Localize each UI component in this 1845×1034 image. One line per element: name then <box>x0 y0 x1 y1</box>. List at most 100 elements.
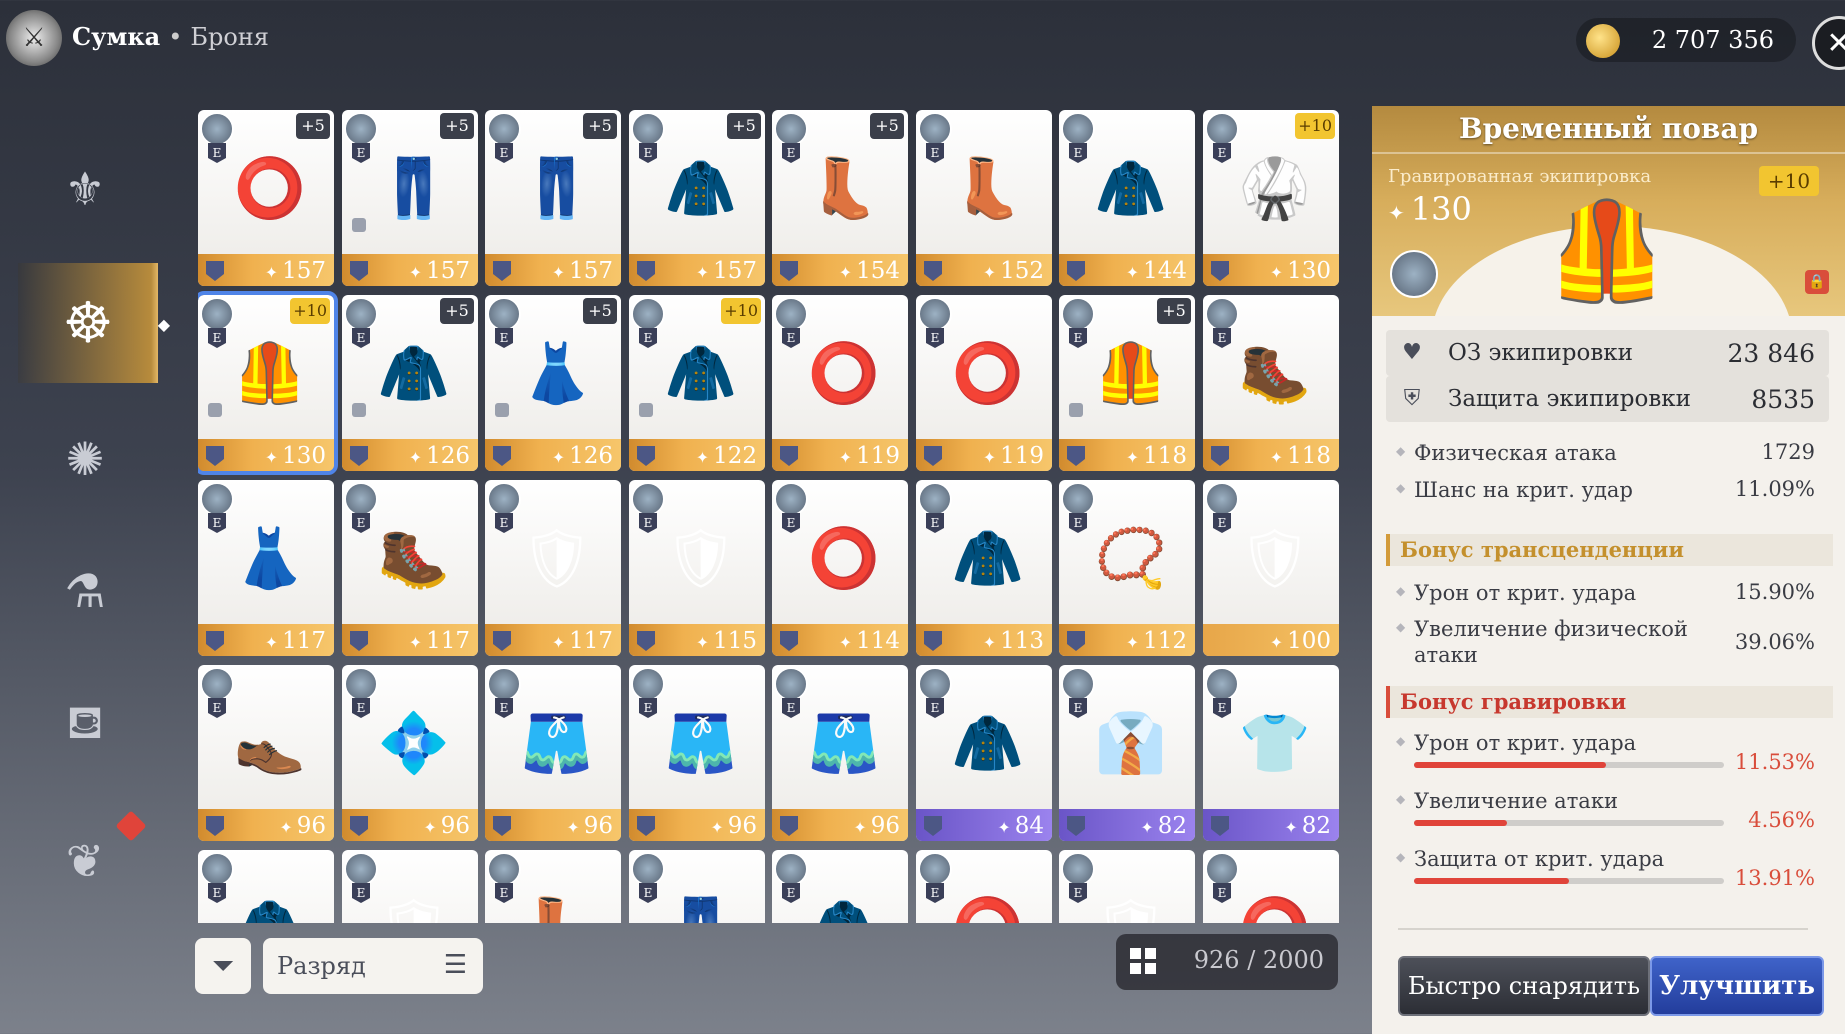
equipment-card[interactable]: E 👢 152 <box>916 110 1052 286</box>
sidebar-item-cook-active[interactable]: ☸ ◆ <box>18 263 170 383</box>
grade-badge: E <box>352 513 370 533</box>
sort-dropdown[interactable]: Разряд ☰ <box>263 938 483 994</box>
equipment-card[interactable]: E 👕 82 <box>1203 665 1339 841</box>
breadcrumb-section[interactable]: Сумка <box>72 22 160 51</box>
engraved-label: Гравированная экипировка <box>1388 166 1652 187</box>
power-bar: 117 <box>198 624 334 656</box>
power-bar: 152 <box>916 254 1052 286</box>
gold-amount: 2 707 356 <box>1651 26 1774 54</box>
equipment-card[interactable]: E +5 🦺 118 <box>1059 295 1195 471</box>
inventory-count[interactable]: 926 / 2000 <box>1116 934 1338 990</box>
equipment-card[interactable]: E +5 👢 154 <box>772 110 908 286</box>
power-value: 119 <box>983 443 1044 469</box>
equipment-card[interactable]: E🧥 <box>198 850 334 923</box>
equipment-card[interactable]: E 🛡 115 <box>629 480 765 656</box>
sidebar-item-food[interactable]: ⛾ <box>50 690 120 760</box>
equipment-card[interactable]: E 👞 96 <box>198 665 334 841</box>
equipment-card[interactable]: E +5 🧥 157 <box>629 110 765 286</box>
power-bar: 157 <box>629 254 765 286</box>
equipment-card[interactable]: E +5 👖 157 <box>342 110 478 286</box>
equipment-card[interactable]: E 👔 82 <box>1059 665 1195 841</box>
bullet-icon: ◆ <box>1396 481 1406 495</box>
title-divider <box>1372 152 1845 154</box>
sidebar-item-armor[interactable]: ⚜ <box>50 154 120 224</box>
equipment-art-icon: 👖 <box>377 153 451 222</box>
power-value: 157 <box>409 258 470 284</box>
sidebar-item-potion[interactable]: ⚗ <box>50 556 120 626</box>
equipment-art-icon: 🛡 <box>664 523 738 592</box>
equipment-card[interactable]: E🛡 <box>342 850 478 923</box>
equipment-card[interactable]: E⭕ <box>916 850 1052 923</box>
equipment-card[interactable]: E 📿 112 <box>1059 480 1195 656</box>
equipment-art-icon: 🛡 <box>1089 878 1173 924</box>
equipment-card-selected[interactable]: E +10 🦺 130 <box>198 291 338 475</box>
armor-type-icon <box>1067 631 1085 651</box>
power-value: 96 <box>853 813 900 839</box>
bullet-icon: ◆ <box>1396 792 1406 806</box>
enhance-level-badge: +5 <box>440 113 474 139</box>
grade-badge: E <box>782 698 800 718</box>
stat-row: ◆ Защита от крит. удара 13.91% <box>1386 842 1829 898</box>
breadcrumb: Сумка • Броня <box>72 22 269 51</box>
power-bar: 113 <box>916 624 1052 656</box>
equipment-art-icon: 📿 <box>1094 523 1168 592</box>
equipment-card[interactable]: E +5 👖 157 <box>485 110 621 286</box>
lock-icon <box>352 403 366 417</box>
quick-equip-button[interactable]: Быстро снарядить <box>1398 956 1650 1016</box>
equipment-card[interactable]: E 🛡 100 <box>1203 480 1339 656</box>
power-bar: 96 <box>772 809 908 841</box>
equipment-art-icon: 🛡 <box>520 523 594 592</box>
sidebar-item-bag[interactable]: ❦ <box>50 826 120 896</box>
power-value: 157 <box>265 258 326 284</box>
equipment-card[interactable]: E👖 <box>629 850 765 923</box>
equipment-card[interactable]: E 🩳 96 <box>772 665 908 841</box>
equipment-art-icon: 👕 <box>1238 708 1312 777</box>
equipment-card[interactable]: E +5 ⭕ 157 <box>198 110 334 286</box>
equipment-card[interactable]: E +10 🥋 130 <box>1203 110 1339 286</box>
filter-icon: ⏷ <box>211 949 235 982</box>
filter-button[interactable]: ⏷ <box>195 938 251 994</box>
bullet-icon: ◆ <box>1396 584 1406 598</box>
equipment-card[interactable]: E⭕ <box>1203 850 1339 923</box>
power-value: 96 <box>710 813 757 839</box>
lock-toggle-icon[interactable]: 🔒 <box>1805 270 1829 294</box>
equipment-card[interactable]: E 🥾 118 <box>1203 295 1339 471</box>
transcendence-section-header: Бонус трансценденции <box>1386 534 1833 566</box>
grade-badge: E <box>639 883 657 903</box>
grade-badge: E <box>1213 883 1231 903</box>
armor-type-icon <box>637 816 655 836</box>
equipment-card[interactable]: E 🛡 117 <box>485 480 621 656</box>
engraving-title: Бонус гравировки <box>1400 689 1627 714</box>
sort-order-icon[interactable]: ☰ <box>444 950 467 980</box>
enhance-level-badge: +10 <box>1759 166 1819 196</box>
equipment-card[interactable]: E 🧥 113 <box>916 480 1052 656</box>
power-bar: 157 <box>485 254 621 286</box>
grade-badge: E <box>1069 698 1087 718</box>
power-value: 118 <box>1126 443 1187 469</box>
equipment-card[interactable]: E ⭕ 119 <box>916 295 1052 471</box>
equipment-card[interactable]: E 🧥 144 <box>1059 110 1195 286</box>
equipment-card[interactable]: E👢 <box>485 850 621 923</box>
equipment-card[interactable]: E +5 👗 126 <box>485 295 621 471</box>
stat-label: Увеличение физической атаки <box>1414 617 1688 667</box>
sidebar-item-accessory[interactable]: ✺ <box>50 424 120 494</box>
equipment-card[interactable]: E +10 🧥 122 <box>629 295 765 471</box>
equipment-card[interactable]: E 🥾 117 <box>342 480 478 656</box>
power-bar: 122 <box>629 439 765 471</box>
equipment-card[interactable]: E 🩳 96 <box>485 665 621 841</box>
equipment-card[interactable]: E 🧥 84 <box>916 665 1052 841</box>
equipment-card[interactable]: E 👗 117 <box>198 480 334 656</box>
equipment-card[interactable]: E ⭕ 114 <box>772 480 908 656</box>
equipment-card[interactable]: E 🩳 96 <box>629 665 765 841</box>
power-value: 115 <box>696 628 757 654</box>
equipment-card[interactable]: E +5 🧥 126 <box>342 295 478 471</box>
grade-badge: E <box>1213 143 1231 163</box>
equipment-art-icon: 🩳 <box>807 708 881 777</box>
close-button[interactable]: ✕ <box>1812 16 1845 70</box>
equipment-card[interactable]: E🛡 <box>1059 850 1195 923</box>
equipment-card[interactable]: E 💠 96 <box>342 665 478 841</box>
equipment-card[interactable]: E🧥 <box>772 850 908 923</box>
upgrade-button[interactable]: Улучшить <box>1650 956 1824 1016</box>
equipment-card[interactable]: E ⭕ 119 <box>772 295 908 471</box>
progress-bar <box>1414 762 1724 768</box>
